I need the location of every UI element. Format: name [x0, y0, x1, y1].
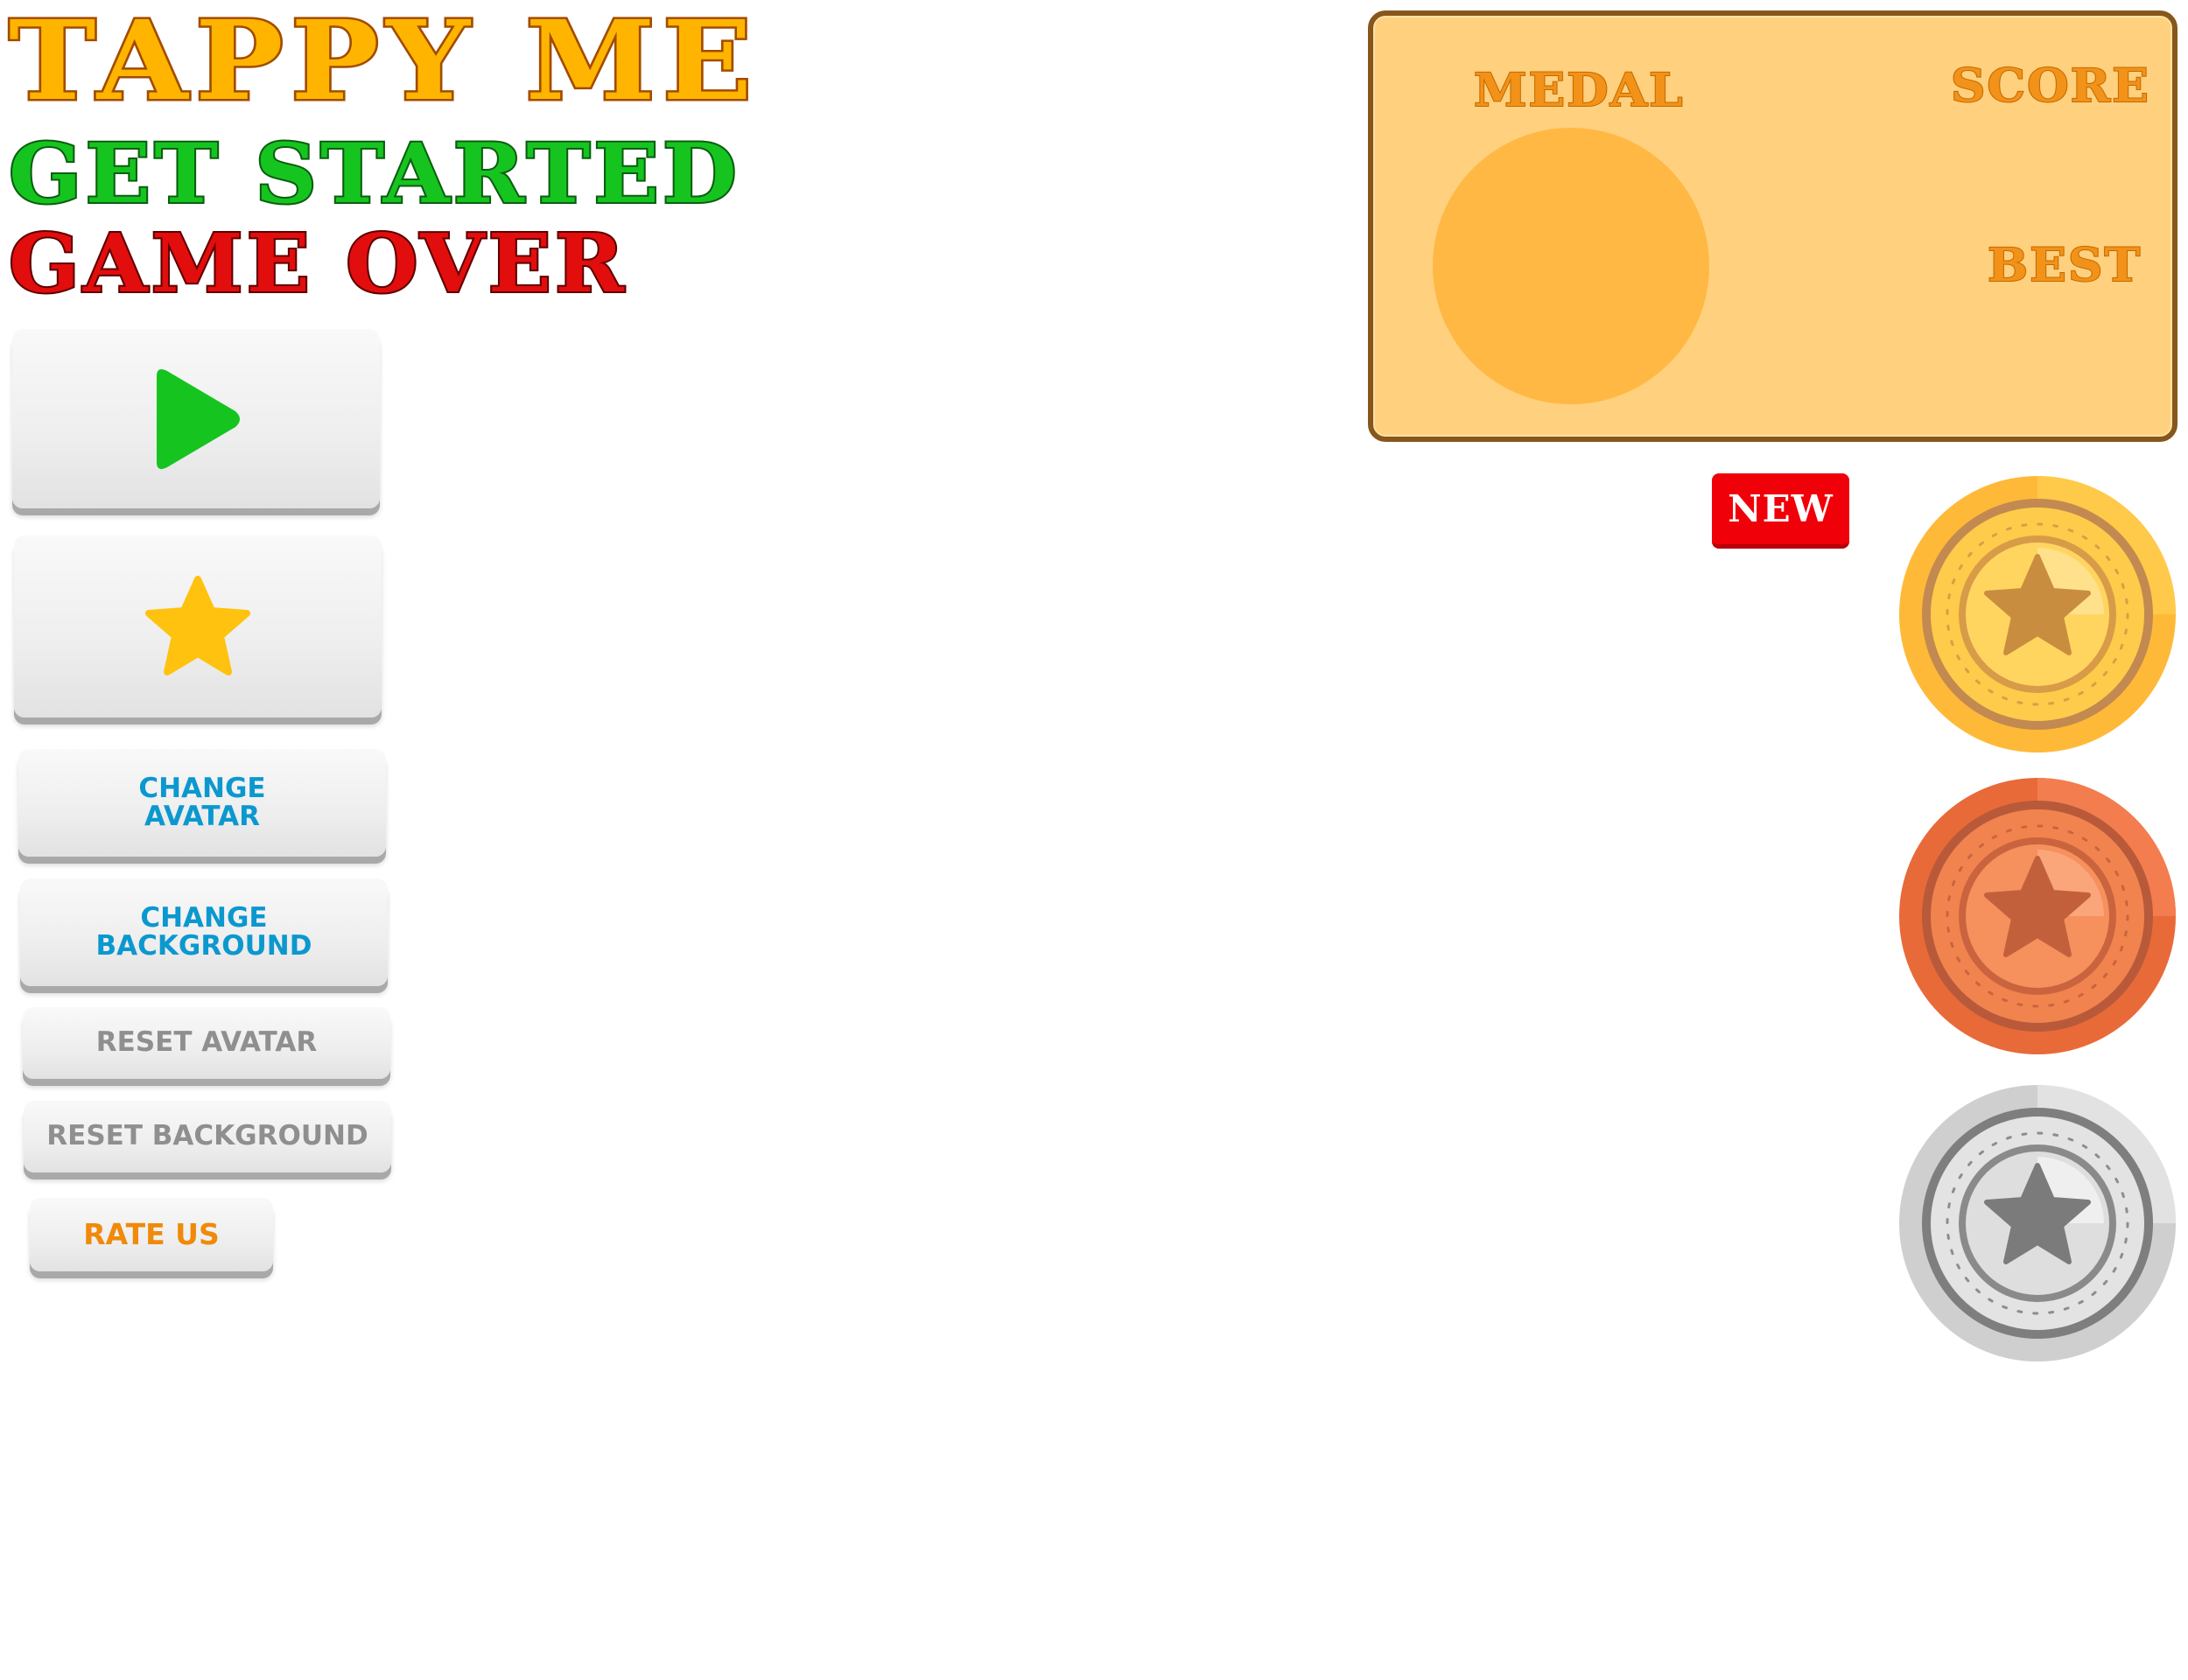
reset-avatar-label: RESET AVATAR [95, 1026, 318, 1059]
star-icon [145, 576, 250, 676]
best-label: BEST [1987, 239, 2142, 292]
title-game-over: GAME OVER [7, 216, 628, 311]
gold-medal-icon [1899, 476, 2176, 752]
gold-medal [1899, 476, 2176, 752]
title-tappy-me: TAPPY ME [6, 0, 760, 125]
medal-label: MEDAL [1473, 64, 1685, 117]
rate-us-label: RATE US [83, 1217, 220, 1252]
rate-us-button[interactable]: RATE US [30, 1198, 273, 1271]
change-avatar-button[interactable]: CHANGE AVATAR [18, 749, 386, 857]
silver-medal [1899, 1085, 2176, 1362]
leaderboard-star-button[interactable] [14, 536, 382, 718]
reset-avatar-button[interactable]: RESET AVATAR [23, 1007, 390, 1079]
play-icon [157, 368, 240, 469]
reset-background-button[interactable]: RESET BACKGROUND [24, 1101, 391, 1172]
silver-medal-icon [1899, 1085, 2176, 1362]
play-button[interactable] [12, 329, 380, 508]
score-label: SCORE [1950, 60, 2150, 113]
new-badge-label: NEW [1728, 487, 1834, 530]
reset-background-label: RESET BACKGROUND [46, 1120, 368, 1152]
bronze-medal-icon [1899, 778, 2176, 1054]
medal-slot [1433, 128, 1709, 404]
title-get-started: GET STARTED [7, 126, 740, 222]
change-avatar-label: CHANGE AVATAR [138, 772, 266, 832]
change-background-label: CHANGE BACKGROUND [95, 901, 312, 962]
new-badge: NEW [1712, 473, 1849, 549]
change-background-button[interactable]: CHANGE BACKGROUND [20, 878, 388, 986]
bronze-medal [1899, 778, 2176, 1054]
score-panel: MEDAL SCORE BEST [1368, 10, 2177, 442]
